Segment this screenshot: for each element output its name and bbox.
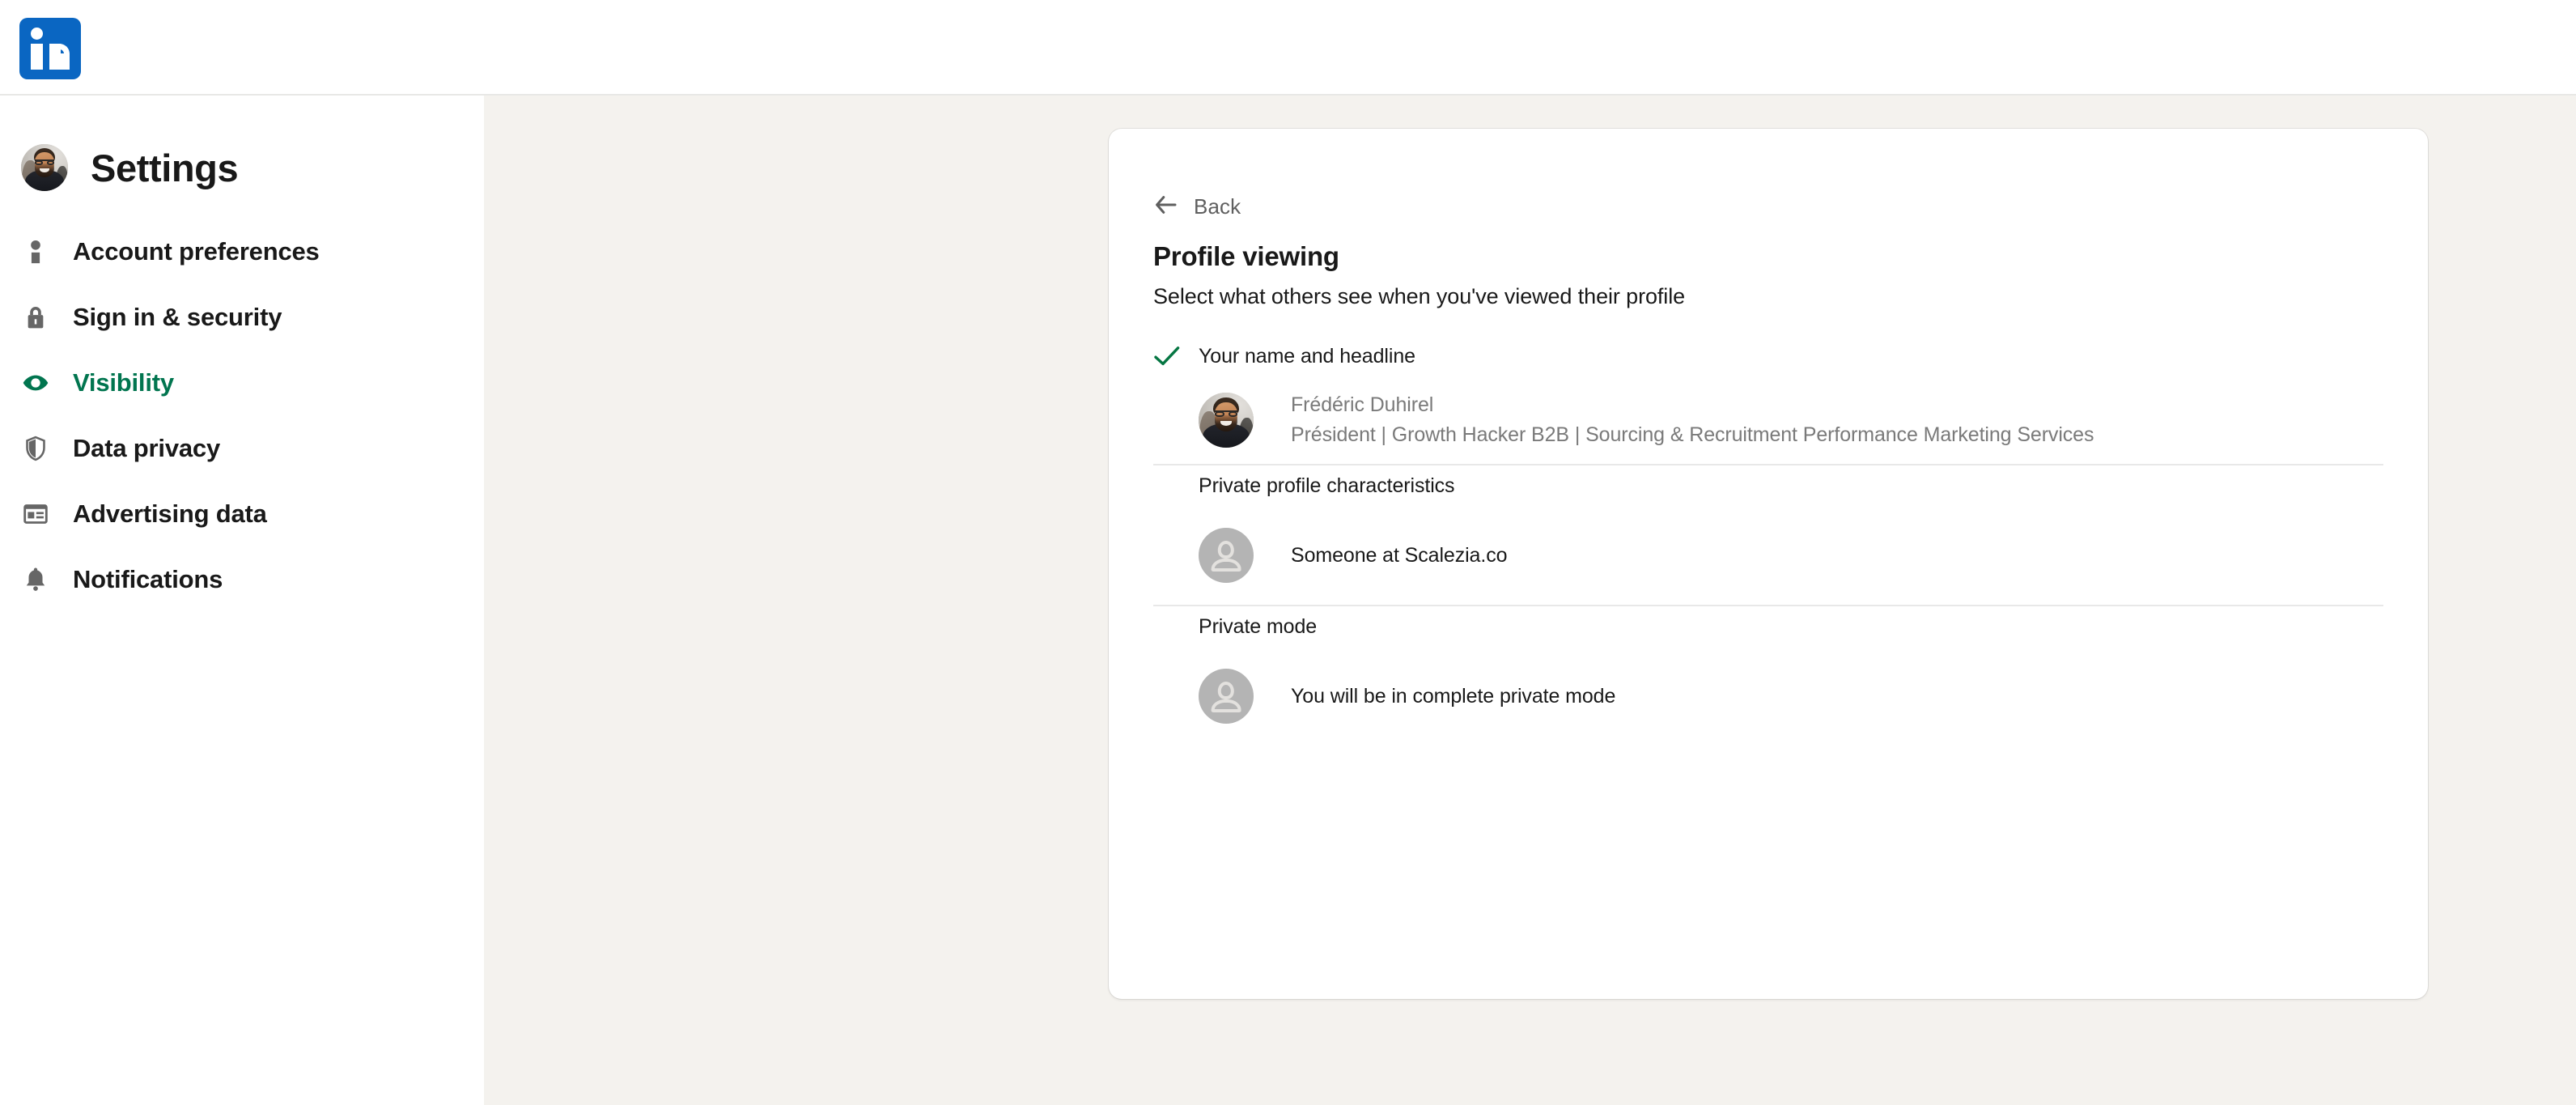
anonymous-avatar-icon (1199, 528, 1254, 583)
sidebar-item-account-preferences[interactable]: Account preferences (0, 219, 484, 284)
sidebar-item-data-privacy[interactable]: Data privacy (0, 415, 484, 481)
card-subtitle: Select what others see when you've viewe… (1153, 284, 1686, 308)
settings-sidebar: Settings Account preferences Sign in & s… (0, 96, 484, 1105)
option-header: Private profile characteristics (1109, 465, 2428, 506)
back-button[interactable]: Back (1153, 194, 1241, 219)
bell-icon (21, 565, 50, 594)
option-private-mode[interactable]: Private mode You will be in complete pri… (1109, 606, 2428, 746)
settings-header: Settings (21, 144, 239, 191)
ad-card-icon (21, 499, 50, 529)
sidebar-item-label: Account preferences (73, 236, 320, 266)
sidebar-item-label: Visibility (73, 368, 174, 397)
logo-n-leg (58, 53, 70, 70)
option-title: Private mode (1199, 614, 1318, 638)
option-preview: Frédéric Duhirel Président | Growth Hack… (1109, 376, 2428, 464)
sidebar-item-label: Data privacy (73, 433, 220, 462)
preview-label: You will be in complete private mode (1291, 684, 1616, 708)
sidebar-item-notifications[interactable]: Notifications (0, 546, 484, 612)
avatar-image (1199, 393, 1254, 448)
avatar[interactable] (21, 144, 68, 191)
sidebar-nav-list: Account preferences Sign in & security V… (0, 219, 484, 612)
profile-viewing-card: Back Profile viewing Select what others … (1109, 129, 2428, 999)
option-preview: You will be in complete private mode (1109, 647, 2428, 746)
identity-block: Frédéric Duhirel Président | Growth Hack… (1291, 391, 2094, 450)
sidebar-item-label: Sign in & security (73, 302, 282, 331)
person-icon (21, 237, 50, 266)
identity-headline: Président | Growth Hacker B2B | Sourcing… (1291, 423, 2094, 446)
lock-icon (21, 303, 50, 332)
main-content-area: Back Profile viewing Select what others … (484, 96, 2576, 1105)
top-navigation-bar (0, 0, 2576, 96)
anonymous-avatar-icon (1199, 669, 1254, 724)
sidebar-item-advertising-data[interactable]: Advertising data (0, 481, 484, 546)
sidebar-item-label: Notifications (73, 564, 223, 593)
option-header: Private mode (1109, 606, 2428, 647)
eye-icon (21, 368, 50, 397)
preview-label: Someone at Scalezia.co (1291, 543, 1508, 567)
option-title: Private profile characteristics (1199, 474, 1455, 497)
linkedin-logo-icon[interactable] (19, 18, 81, 79)
option-your-name-and-headline[interactable]: Your name and headline Frédéric Duhirel … (1109, 336, 2428, 464)
profile-viewing-options: Your name and headline Frédéric Duhirel … (1109, 336, 2428, 746)
option-header: Your name and headline (1109, 336, 2428, 376)
option-title: Your name and headline (1199, 344, 1415, 368)
anonymous-person-glyph (1199, 669, 1254, 724)
sidebar-item-label: Advertising data (73, 499, 267, 528)
option-private-profile-characteristics[interactable]: Private profile characteristics Someone … (1109, 465, 2428, 605)
identity-name: Frédéric Duhirel (1291, 393, 1434, 416)
sidebar-item-sign-in-security[interactable]: Sign in & security (0, 284, 484, 350)
shield-icon (21, 434, 50, 463)
user-photo-avatar (1199, 393, 1254, 448)
checkmark-icon (1153, 345, 1199, 368)
back-label: Back (1194, 194, 1241, 219)
page-title: Settings (91, 146, 239, 189)
logo-i-stem (31, 44, 43, 70)
anonymous-person-glyph (1199, 528, 1254, 583)
avatar-image (21, 144, 68, 191)
arrow-left-icon (1153, 194, 1179, 219)
sidebar-item-visibility[interactable]: Visibility (0, 350, 484, 415)
logo-i-dot (31, 28, 43, 40)
option-preview: Someone at Scalezia.co (1109, 506, 2428, 605)
card-title: Profile viewing (1153, 241, 1339, 271)
